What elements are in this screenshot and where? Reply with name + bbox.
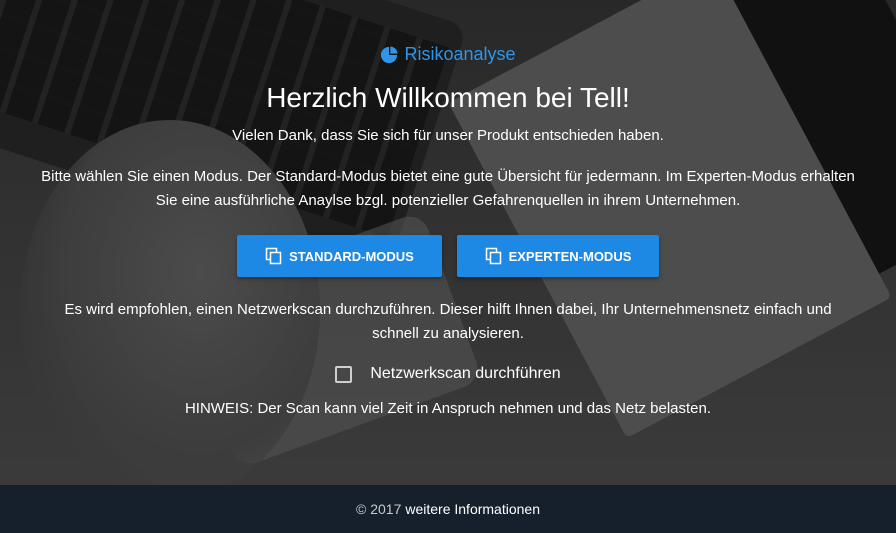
expert-mode-button[interactable]: EXPERTEN-MODUS <box>457 235 659 277</box>
mode-buttons: STANDARD-MODUS EXPERTEN-MODUS <box>0 235 896 277</box>
brand-name: Risikoanalyse <box>404 44 516 64</box>
network-scan-option[interactable]: Netzwerkscan durchführen <box>0 365 896 383</box>
page-title: Herzlich Willkommen bei Tell! <box>266 82 630 113</box>
expert-mode-label: EXPERTEN-MODUS <box>508 248 632 264</box>
copy-icon <box>265 247 282 265</box>
pie-chart-icon <box>381 45 399 63</box>
standard-mode-button[interactable]: STANDARD-MODUS <box>237 235 442 277</box>
copyright-text: © 2017 <box>356 501 402 517</box>
network-scan-checkbox[interactable] <box>335 365 353 383</box>
scan-recommendation: Es wird empfohlen, einen Netzwerkscan du… <box>64 301 832 342</box>
mode-description: Bitte wählen Sie einen Modus. Der Standa… <box>41 168 855 209</box>
scan-hint: HINWEIS: Der Scan kann viel Zeit in Ansp… <box>184 400 712 417</box>
main-content: Risikoanalyse Herzlich Willkommen bei Te… <box>0 0 896 485</box>
brand: Risikoanalyse <box>0 44 896 65</box>
intro-text: Vielen Dank, dass Sie sich für unser Pro… <box>232 127 664 144</box>
standard-mode-label: STANDARD-MODUS <box>289 248 414 264</box>
network-scan-label: Netzwerkscan durchführen <box>370 365 561 382</box>
footer: © 2017 weitere Informationen <box>0 485 896 533</box>
more-info-link[interactable]: weitere Informationen <box>405 501 540 517</box>
copy-icon <box>485 247 501 265</box>
